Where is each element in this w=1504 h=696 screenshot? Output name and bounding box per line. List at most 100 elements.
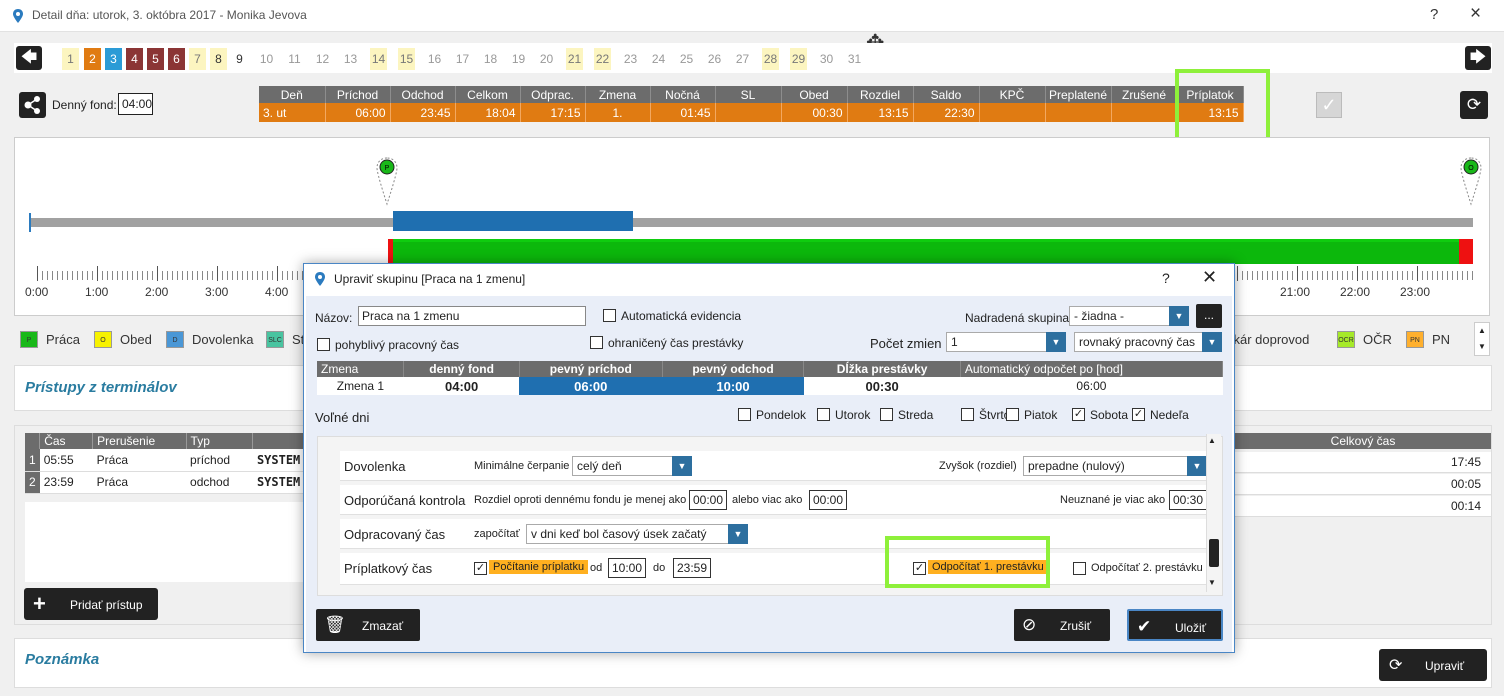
weekday-checkbox-0[interactable] [738, 408, 751, 421]
day-16[interactable]: 16 [426, 48, 443, 70]
shift-count-select[interactable]: 1 ▼ [946, 332, 1066, 352]
confirm-icon[interactable]: ✓ [1316, 92, 1342, 118]
weekday-checkbox-6[interactable]: ✓ [1132, 408, 1145, 421]
day-12[interactable]: 12 [314, 48, 331, 70]
day-27[interactable]: 27 [734, 48, 751, 70]
day-24[interactable]: 24 [650, 48, 667, 70]
timeline-tick [1362, 271, 1363, 280]
timeline-tick-label: 21:00 [1280, 285, 1311, 299]
access-row[interactable]: 2 23:59 Práca odchod SYSTEM [25, 471, 325, 494]
dialog-title: Upraviť skupinu [Praca na 1 zmenu] [334, 272, 526, 286]
day-28[interactable]: 28 [762, 48, 779, 70]
limited-break-checkbox[interactable] [590, 336, 603, 349]
shift-name[interactable]: Zmena 1 [317, 377, 404, 395]
vacation-min-select[interactable]: celý deň ▼ [572, 456, 692, 476]
shift-auto-deduct[interactable]: 06:00 [960, 377, 1223, 395]
day-10[interactable]: 10 [258, 48, 275, 70]
cancel-button[interactable]: ⊘ Zrušiť [1014, 609, 1110, 641]
next-month-button[interactable]: 🡆 [1465, 46, 1491, 70]
refresh-icon[interactable]: ⟳ [1460, 91, 1488, 119]
scroll-up-icon[interactable]: ▲ [1208, 436, 1216, 445]
shift-type-select[interactable]: rovnaký pracovný čas ▼ [1074, 332, 1222, 352]
parent-group-select[interactable]: - žiadna - ▼ [1069, 306, 1189, 326]
day-2[interactable]: 2 [84, 48, 101, 70]
access-cell-typ: odchod [186, 471, 253, 494]
weekday-checkbox-5[interactable]: ✓ [1072, 408, 1085, 421]
day-14[interactable]: 14 [370, 48, 387, 70]
day-22[interactable]: 22 [594, 48, 611, 70]
shift-fund[interactable]: 04:00 [403, 377, 520, 395]
col-typ[interactable]: Typ [186, 433, 254, 449]
day-8[interactable]: 8 [210, 48, 227, 70]
weekday-label-5: Sobota [1090, 408, 1129, 422]
group-icon[interactable] [19, 92, 46, 118]
day-20[interactable]: 20 [538, 48, 555, 70]
close-button[interactable]: × [1470, 3, 1481, 25]
day-19[interactable]: 19 [510, 48, 527, 70]
day-21[interactable]: 21 [566, 48, 583, 70]
shift-arrival[interactable]: 06:00 [519, 377, 663, 395]
weekday-checkbox-1[interactable] [817, 408, 830, 421]
day-4[interactable]: 4 [126, 48, 143, 70]
day-13[interactable]: 13 [342, 48, 359, 70]
dialog-help-button[interactable]: ? [1162, 270, 1170, 286]
recommended-max-input[interactable]: 00:00 [809, 490, 847, 510]
parent-group-more-button[interactable]: ... [1196, 304, 1222, 328]
bonus-calc-checkbox[interactable]: ✓ [474, 562, 487, 575]
plus-icon: + [33, 591, 46, 616]
day-5[interactable]: 5 [147, 48, 164, 70]
day-30[interactable]: 30 [818, 48, 835, 70]
rules-scrollbar[interactable]: ▲ ▼ [1206, 434, 1221, 592]
weekday-checkbox-2[interactable] [880, 408, 893, 421]
day-17[interactable]: 17 [454, 48, 471, 70]
bonus-from-input[interactable]: 10:00 [608, 558, 646, 578]
dialog-close-button[interactable]: ✕ [1202, 267, 1217, 288]
checkmark-icon: ✔ [1137, 617, 1152, 636]
day-18[interactable]: 18 [482, 48, 499, 70]
scroll-down-icon[interactable]: ▼ [1208, 578, 1216, 587]
day-23[interactable]: 23 [622, 48, 639, 70]
day-15[interactable]: 15 [398, 48, 415, 70]
prev-month-button[interactable]: 🡄 [16, 46, 42, 70]
weekday-label-6: Nedeľa [1150, 408, 1189, 422]
day-25[interactable]: 25 [678, 48, 695, 70]
unrecognized-input[interactable]: 00:30 [1169, 490, 1207, 510]
col-cas[interactable]: Čas [39, 433, 94, 449]
day-26[interactable]: 26 [706, 48, 723, 70]
access-row[interactable]: 1 05:55 Práca príchod SYSTEM [25, 449, 325, 472]
delete-button[interactable]: 🗑 Zmazať [316, 609, 420, 641]
weekday-checkbox-3[interactable] [961, 408, 974, 421]
day-7[interactable]: 7 [189, 48, 206, 70]
legend-item-1: O Obed [94, 331, 152, 348]
legend-label: Dovolenka [192, 332, 254, 347]
save-button[interactable]: ✔ Uložiť [1127, 609, 1223, 641]
help-button[interactable]: ? [1430, 6, 1438, 23]
weekday-checkbox-4[interactable] [1006, 408, 1019, 421]
add-access-button[interactable]: + Pridať prístup [24, 588, 158, 620]
day-11[interactable]: 11 [286, 48, 303, 70]
day-3[interactable]: 3 [105, 48, 122, 70]
shift-break[interactable]: 00:30 [803, 377, 961, 395]
vacation-remainder-select[interactable]: prepadne (nulový) ▼ [1023, 456, 1207, 476]
day-1[interactable]: 1 [62, 48, 79, 70]
worked-time-select[interactable]: v dni keď bol časový úsek začatý ▼ [526, 524, 748, 544]
edit-note-button[interactable]: ⟳ Upraviť [1379, 649, 1487, 681]
shift-departure[interactable]: 10:00 [662, 377, 804, 395]
pin-end-icon[interactable]: O [1460, 156, 1482, 206]
subtract-break2-checkbox[interactable] [1073, 562, 1086, 575]
bonus-to-input[interactable]: 23:59 [673, 558, 711, 578]
flex-time-checkbox[interactable] [317, 338, 330, 351]
weekday-label-2: Streda [898, 408, 934, 422]
day-9[interactable]: 9 [231, 48, 248, 70]
name-input[interactable]: Praca na 1 zmenu [358, 306, 586, 326]
recommended-min-input[interactable]: 00:00 [689, 490, 727, 510]
scroll-thumb[interactable] [1209, 539, 1219, 567]
legend-scroll[interactable]: ▲ ▼ [1474, 322, 1490, 356]
day-29[interactable]: 29 [790, 48, 807, 70]
timeline-tick [237, 271, 238, 280]
col-prerusenie[interactable]: Prerušenie [92, 433, 187, 449]
day-6[interactable]: 6 [168, 48, 185, 70]
pin-start-icon[interactable]: P [376, 156, 398, 206]
auto-evidence-checkbox[interactable] [603, 309, 616, 322]
day-31[interactable]: 31 [846, 48, 863, 70]
